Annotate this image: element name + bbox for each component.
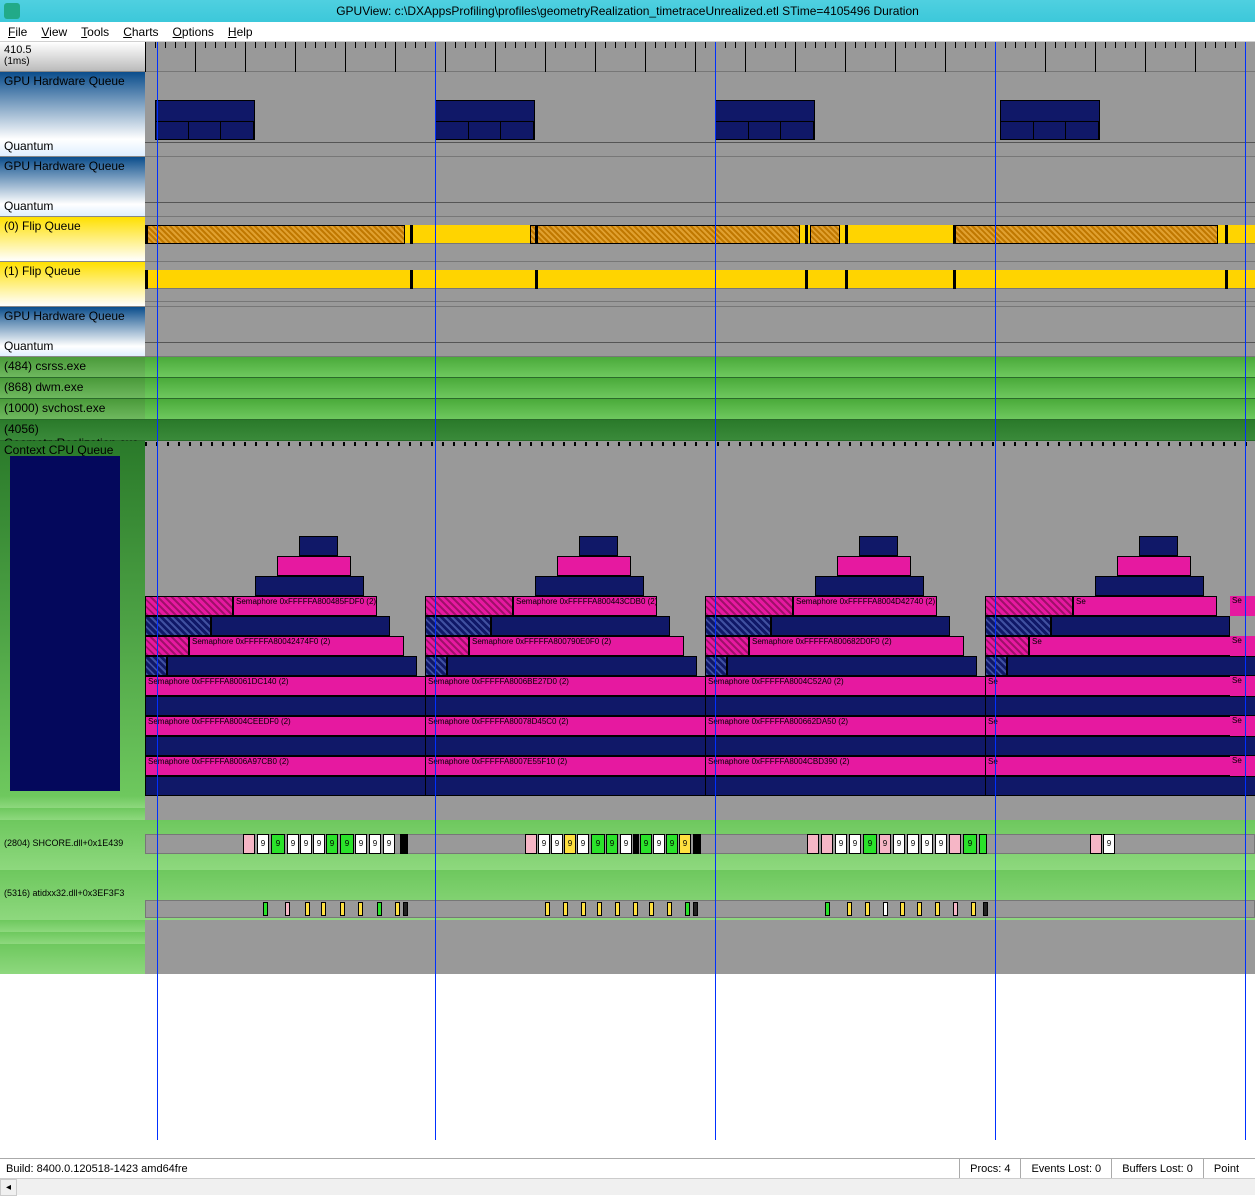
- thin-track-2[interactable]: [145, 808, 1255, 820]
- proc-csrss-label: (484) csrss.exe: [4, 359, 86, 373]
- hw-queue-1-header[interactable]: GPU Hardware Queue Quantum: [0, 72, 145, 157]
- menu-charts[interactable]: Charts: [123, 25, 158, 39]
- proc-svchost-track[interactable]: [145, 399, 1255, 420]
- proc-geometry-track[interactable]: [145, 420, 1255, 441]
- h-scrollbar[interactable]: ◂: [0, 1178, 1255, 1195]
- timeline-tracks[interactable]: Semaphore 0xFFFFFA8006A97CB0 (2)Semaphor…: [145, 42, 1255, 1140]
- thread-atidxx-header[interactable]: (5316) atidxx32.dll+0x3EF3F3: [0, 870, 145, 920]
- hw-queue-3-label: GPU Hardware Queue: [4, 309, 125, 323]
- window-title: GPUView: c:\DXAppsProfiling\profiles\geo…: [336, 4, 919, 18]
- flip-queue-1-header[interactable]: (1) Flip Queue: [0, 262, 145, 307]
- proc-svchost-label: (1000) svchost.exe: [4, 401, 105, 415]
- status-build: Build: 8400.0.120518-1423 amd64fre: [6, 1163, 188, 1175]
- proc-csrss-header[interactable]: (484) csrss.exe: [0, 357, 145, 378]
- flip-queue-0-track[interactable]: [145, 217, 1255, 262]
- menu-file[interactable]: File: [8, 25, 27, 39]
- proc-dwm-label: (868) dwm.exe: [4, 380, 83, 394]
- menu-options[interactable]: Options: [173, 25, 214, 39]
- quantum-1-label: Quantum: [4, 139, 53, 153]
- menu-view[interactable]: View: [41, 25, 67, 39]
- cpu-queue-header[interactable]: Context CPU Queue: [0, 441, 145, 796]
- quantum-1-track: [145, 142, 1255, 156]
- flip-bar-1b: [145, 292, 1255, 302]
- status-point: Point: [1203, 1159, 1249, 1178]
- flip-0-label: (0) Flip Queue: [4, 219, 81, 233]
- spacer-5: [0, 944, 145, 974]
- hw-queue-2-label: GPU Hardware Queue: [4, 159, 125, 173]
- ruler-track[interactable]: [145, 42, 1255, 72]
- hw-queue-2-track[interactable]: [145, 157, 1255, 217]
- quantum-3-track: [145, 342, 1255, 356]
- quantum-2-label: Quantum: [4, 199, 53, 213]
- app-icon: [4, 3, 20, 19]
- status-events: Events Lost: 0: [1020, 1159, 1111, 1178]
- quantum-3-label: Quantum: [4, 339, 53, 353]
- spacer-3: [0, 920, 145, 932]
- proc-dwm-track[interactable]: [145, 378, 1255, 399]
- thread-atidxx-label: (5316) atidxx32.dll+0x3EF3F3: [4, 888, 124, 898]
- ruler-value: 410.5: [4, 44, 141, 56]
- lane-gutter: 410.5 (1ms) GPU Hardware Queue Quantum G…: [0, 42, 145, 1140]
- proc-dwm-header[interactable]: (868) dwm.exe: [0, 378, 145, 399]
- flip-queue-0-header[interactable]: (0) Flip Queue: [0, 217, 145, 262]
- menu-tools[interactable]: Tools: [81, 25, 109, 39]
- spacer-2: [0, 808, 145, 820]
- thread-atidxx-track[interactable]: [145, 870, 1255, 920]
- flip-bar-1: [145, 270, 1255, 289]
- flip-1-label: (1) Flip Queue: [4, 264, 81, 278]
- thin-track-1[interactable]: [145, 796, 1255, 808]
- hw-queue-1-label: GPU Hardware Queue: [4, 74, 125, 88]
- thin-track-5[interactable]: [145, 944, 1255, 974]
- flip-queue-1-track[interactable]: [145, 262, 1255, 307]
- status-bar: Build: 8400.0.120518-1423 amd64fre Procs…: [0, 1158, 1255, 1178]
- hw-queue-1-track[interactable]: [145, 72, 1255, 157]
- thread-shcore-header[interactable]: (2804) SHCORE.dll+0x1E439: [0, 820, 145, 870]
- hw-queue-3-track[interactable]: [145, 307, 1255, 357]
- scroll-left-icon[interactable]: ◂: [0, 1179, 17, 1196]
- hw-queue-2-header[interactable]: GPU Hardware Queue Quantum: [0, 157, 145, 217]
- title-bar: GPUView: c:\DXAppsProfiling\profiles\geo…: [0, 0, 1255, 22]
- cpu-queue-track[interactable]: Semaphore 0xFFFFFA8006A97CB0 (2)Semaphor…: [145, 441, 1255, 796]
- cpu-queue-label: Context CPU Queue: [4, 443, 113, 457]
- thread-shcore-track[interactable]: 9999999999999999999999999999999: [145, 820, 1255, 870]
- quantum-2-track: [145, 202, 1255, 216]
- thread-atidxx-bar: [145, 900, 1255, 918]
- thread-shcore-label: (2804) SHCORE.dll+0x1E439: [4, 838, 123, 848]
- proc-csrss-track[interactable]: [145, 357, 1255, 378]
- menu-bar[interactable]: File View Tools Charts Options Help: [0, 22, 1255, 42]
- thin-track-3[interactable]: [145, 920, 1255, 932]
- proc-svchost-header[interactable]: (1000) svchost.exe: [0, 399, 145, 420]
- ruler-unit: (1ms): [4, 56, 141, 67]
- ruler-header: 410.5 (1ms): [0, 42, 145, 72]
- spacer-4: [0, 932, 145, 944]
- thin-track-4[interactable]: [145, 932, 1255, 944]
- menu-help[interactable]: Help: [228, 25, 253, 39]
- hw-queue-3-header[interactable]: GPU Hardware Queue Quantum: [0, 307, 145, 357]
- status-buffers: Buffers Lost: 0: [1111, 1159, 1203, 1178]
- proc-geometry-header[interactable]: (4056) GeometryRealization.exe: [0, 420, 145, 441]
- spacer-1: [0, 796, 145, 808]
- context-summary-block: [10, 456, 120, 791]
- workspace[interactable]: 410.5 (1ms) GPU Hardware Queue Quantum G…: [0, 42, 1255, 1140]
- status-procs: Procs: 4: [959, 1159, 1020, 1178]
